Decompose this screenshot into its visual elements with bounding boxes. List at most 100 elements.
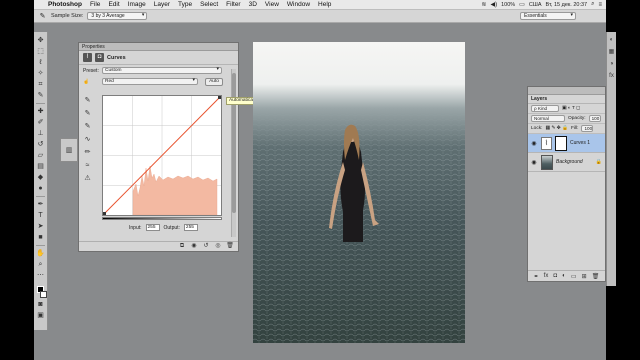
point-curve-icon[interactable]: ∿	[83, 135, 92, 144]
menu-type[interactable]: Type	[174, 1, 196, 8]
filter-icons[interactable]: ▣ ◐ T ◻	[562, 106, 580, 111]
battery-label[interactable]: 100%	[501, 2, 515, 8]
channel-select[interactable]: Red	[102, 78, 198, 85]
document-canvas[interactable]	[253, 42, 465, 343]
clipping-warning-icon[interactable]: ⚠	[83, 174, 92, 183]
delete-layer-icon[interactable]: 🗑	[592, 273, 600, 280]
reset-icon[interactable]: ↺	[202, 243, 210, 250]
layer-row-curves[interactable]: ◉ ⌇ Curves 1	[528, 134, 605, 153]
adjustments-panel-icon[interactable]: ◑	[608, 60, 616, 68]
collapsed-panel[interactable]: ▥	[60, 138, 78, 162]
menu-file[interactable]: File	[86, 1, 104, 8]
zoom-tool-icon[interactable]: ⌕	[36, 260, 46, 269]
curves-adjustment-thumbnail[interactable]: ⌇	[541, 136, 552, 150]
eraser-tool-icon[interactable]: ▱	[36, 151, 46, 160]
link-layers-icon[interactable]: ⚭	[534, 273, 539, 280]
curve-point-black[interactable]	[103, 212, 106, 215]
fx-icon[interactable]: fx	[544, 273, 549, 279]
layers-titlebar[interactable]	[528, 87, 605, 95]
histogram-icon[interactable]: ▥	[64, 147, 74, 154]
clock-label[interactable]: Вт, 15 дек. 20:37	[546, 2, 588, 8]
quick-select-tool-icon[interactable]: ✧	[36, 69, 46, 78]
background-thumbnail[interactable]	[541, 154, 553, 170]
new-group-icon[interactable]: ▭	[571, 273, 577, 280]
search-icon[interactable]: ⌕	[591, 1, 594, 8]
layer-row-background[interactable]: ◉ Background 🔒	[528, 153, 605, 172]
auto-button[interactable]: Auto	[205, 77, 223, 86]
properties-scrollbar[interactable]	[231, 69, 236, 237]
layer-name[interactable]: Background	[556, 159, 583, 165]
menu-window[interactable]: Window	[283, 1, 314, 8]
hand-adjust-icon[interactable]: ☝	[83, 79, 99, 85]
lasso-tool-icon[interactable]: ℓ	[36, 58, 46, 67]
lock-icons[interactable]: ▦ ✎ ✥ 🔒	[545, 126, 568, 131]
layer-mask-thumbnail[interactable]	[555, 135, 567, 151]
menu-select[interactable]: Select	[196, 1, 222, 8]
styles-panel-icon[interactable]: fx	[608, 72, 616, 80]
volume-icon[interactable]: ◀)	[490, 1, 497, 8]
new-adjustment-icon[interactable]: ◐	[562, 273, 566, 279]
menu-edit[interactable]: Edit	[104, 1, 123, 8]
history-brush-tool-icon[interactable]: ↺	[36, 140, 46, 149]
more-tools-icon[interactable]: ⋯	[36, 271, 46, 280]
mask-icon[interactable]: ◘	[95, 53, 104, 62]
layer-kind-select[interactable]: ρ Kind	[531, 105, 559, 112]
smooth-curve-icon[interactable]: ≈	[83, 161, 92, 170]
menu-image[interactable]: Image	[124, 1, 150, 8]
healing-tool-icon[interactable]: ✚	[36, 107, 46, 116]
stamp-tool-icon[interactable]: ⊥	[36, 129, 46, 138]
adjustment-icon[interactable]: ⌇	[83, 53, 92, 62]
properties-titlebar[interactable]: Properties	[79, 43, 238, 51]
clip-to-layer-icon[interactable]: ⧉	[178, 243, 186, 250]
fill-field[interactable]: 100	[581, 125, 594, 132]
output-field[interactable]: 255	[183, 224, 198, 231]
path-select-tool-icon[interactable]: ➤	[36, 222, 46, 231]
eyedropper-tool-icon[interactable]: ✎	[36, 91, 46, 100]
menu-help[interactable]: Help	[314, 1, 335, 8]
preset-select[interactable]: Custom	[102, 67, 222, 74]
shape-tool-icon[interactable]: ■	[36, 233, 46, 242]
type-tool-icon[interactable]: T	[36, 211, 46, 220]
brush-tool-icon[interactable]: ✐	[36, 118, 46, 127]
list-icon[interactable]: ≡	[598, 2, 602, 8]
move-tool-icon[interactable]: ✥	[36, 36, 46, 45]
input-source-label[interactable]: США	[529, 2, 542, 8]
layers-tab[interactable]: Layers	[528, 95, 605, 104]
menu-view[interactable]: View	[261, 1, 283, 8]
menu-layer[interactable]: Layer	[150, 1, 174, 8]
gradient-tool-icon[interactable]: ▤	[36, 162, 46, 171]
workspace-select[interactable]: Essentials	[520, 12, 576, 20]
pen-tool-icon[interactable]: ✒	[36, 200, 46, 209]
background-color-swatch[interactable]	[39, 291, 47, 298]
eyedropper-icon[interactable]: ✎	[38, 12, 47, 21]
menu-filter[interactable]: Filter	[222, 1, 244, 8]
pencil-curve-icon[interactable]: ✏	[83, 148, 92, 157]
eye-icon[interactable]: ◉	[530, 159, 538, 166]
menu-3d[interactable]: 3D	[245, 1, 261, 8]
dodge-tool-icon[interactable]: ●	[36, 184, 46, 193]
blend-mode-select[interactable]: Normal	[531, 115, 565, 122]
marquee-tool-icon[interactable]: ⬚	[36, 47, 46, 56]
gray-point-eyedropper-icon[interactable]: ✎	[83, 109, 92, 118]
swatches-panel-icon[interactable]: ▦	[608, 48, 616, 56]
layer-name[interactable]: Curves 1	[570, 140, 590, 146]
new-layer-icon[interactable]: ⊞	[582, 273, 587, 280]
crop-tool-icon[interactable]: ⌗	[36, 80, 46, 89]
menu-app[interactable]: Photoshop	[44, 1, 86, 8]
white-point-eyedropper-icon[interactable]: ✎	[83, 122, 92, 131]
eye-icon[interactable]: ◉	[530, 140, 538, 147]
opacity-field[interactable]: 100	[588, 115, 601, 122]
battery-icon[interactable]: ▭	[519, 1, 525, 8]
hand-tool-icon[interactable]: ✋	[36, 249, 46, 258]
delete-icon[interactable]: 🗑	[226, 243, 234, 250]
quick-mask-icon[interactable]: ◙	[36, 300, 46, 309]
input-field[interactable]: 255	[145, 224, 160, 231]
view-previous-icon[interactable]: ◉	[190, 243, 198, 250]
wifi-icon[interactable]: ≋	[481, 1, 486, 8]
black-point-eyedropper-icon[interactable]: ✎	[83, 96, 92, 105]
color-panel-icon[interactable]: ◐	[608, 36, 616, 44]
blur-tool-icon[interactable]: ◆	[36, 173, 46, 182]
curves-graph[interactable]	[102, 95, 222, 216]
properties-scroll-thumb[interactable]	[232, 73, 236, 213]
add-mask-icon[interactable]: ◘	[553, 273, 557, 279]
